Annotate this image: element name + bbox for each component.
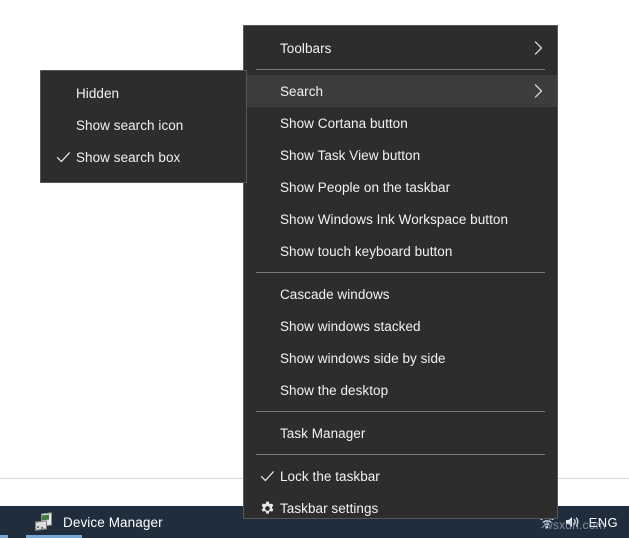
submenu-item-hidden[interactable]: Hidden (41, 77, 246, 109)
chevron-right-icon (534, 32, 543, 64)
check-icon (257, 460, 277, 492)
menu-item-label: Lock the taskbar (280, 469, 380, 484)
menu-item-glyph (257, 374, 277, 406)
submenu-item-label: Hidden (76, 86, 119, 101)
menu-separator (256, 411, 545, 412)
device-manager-icon (34, 513, 54, 532)
check-icon (53, 141, 73, 173)
submenu-item-label: Show search icon (76, 118, 183, 133)
menu-item-search[interactable]: Search (244, 75, 557, 107)
taskbar-context-menu[interactable]: Toolbars Search Show Cortana button Show… (243, 25, 558, 519)
menu-item-label: Cascade windows (280, 287, 390, 302)
menu-item-label: Show Windows Ink Workspace button (280, 212, 508, 227)
taskbar-button-device-manager[interactable]: Device Manager (26, 506, 171, 538)
taskbar-button-label: Device Manager (63, 515, 163, 530)
menu-item-label: Show People on the taskbar (280, 180, 450, 195)
menu-item-show-windows-stacked[interactable]: Show windows stacked (244, 310, 557, 342)
menu-item-label: Show windows side by side (280, 351, 446, 366)
search-submenu[interactable]: Hidden Show search icon Show search box (40, 70, 247, 183)
menu-item-show-the-desktop[interactable]: Show the desktop (244, 374, 557, 406)
menu-item-glyph (257, 32, 277, 64)
menu-item-glyph (257, 417, 277, 449)
menu-item-label: Show windows stacked (280, 319, 421, 334)
menu-item-glyph (257, 75, 277, 107)
menu-item-label: Show the desktop (280, 383, 388, 398)
menu-item-lock-the-taskbar[interactable]: Lock the taskbar (244, 460, 557, 492)
menu-item-show-touch-keyboard-button[interactable]: Show touch keyboard button (244, 235, 557, 267)
menu-item-glyph (257, 203, 277, 235)
volume-icon[interactable] (560, 506, 586, 538)
submenu-item-label: Show search box (76, 150, 180, 165)
menu-item-glyph (257, 139, 277, 171)
menu-item-label: Show Cortana button (280, 116, 408, 131)
submenu-item-glyph (53, 77, 73, 109)
menu-item-show-cortana-button[interactable]: Show Cortana button (244, 107, 557, 139)
menu-item-label: Show touch keyboard button (280, 244, 452, 259)
menu-item-show-windows-ink-workspace-button[interactable]: Show Windows Ink Workspace button (244, 203, 557, 235)
menu-item-glyph (257, 342, 277, 374)
menu-item-glyph (257, 235, 277, 267)
gear-icon (257, 492, 277, 524)
submenu-item-glyph (53, 109, 73, 141)
menu-item-label: Taskbar settings (280, 501, 378, 516)
menu-item-label: Toolbars (280, 41, 331, 56)
menu-item-glyph (257, 107, 277, 139)
menu-item-show-task-view-button[interactable]: Show Task View button (244, 139, 557, 171)
menu-separator (256, 454, 545, 455)
menu-item-task-manager[interactable]: Task Manager (244, 417, 557, 449)
menu-item-glyph (257, 310, 277, 342)
submenu-item-show-search-icon[interactable]: Show search icon (41, 109, 246, 141)
menu-item-label: Search (280, 84, 323, 99)
menu-item-glyph (257, 171, 277, 203)
menu-item-label: Task Manager (280, 426, 365, 441)
menu-item-show-windows-side-by-side[interactable]: Show windows side by side (244, 342, 557, 374)
chevron-right-icon (534, 75, 543, 107)
menu-item-show-people-on-the-taskbar[interactable]: Show People on the taskbar (244, 171, 557, 203)
submenu-item-show-search-box[interactable]: Show search box (41, 141, 246, 173)
menu-item-label: Show Task View button (280, 148, 420, 163)
menu-item-toolbars[interactable]: Toolbars (244, 32, 557, 64)
menu-separator (256, 69, 545, 70)
menu-item-cascade-windows[interactable]: Cascade windows (244, 278, 557, 310)
menu-separator (256, 272, 545, 273)
language-indicator[interactable]: ENG (586, 515, 625, 530)
menu-item-taskbar-settings[interactable]: Taskbar settings (244, 492, 557, 524)
menu-item-glyph (257, 278, 277, 310)
